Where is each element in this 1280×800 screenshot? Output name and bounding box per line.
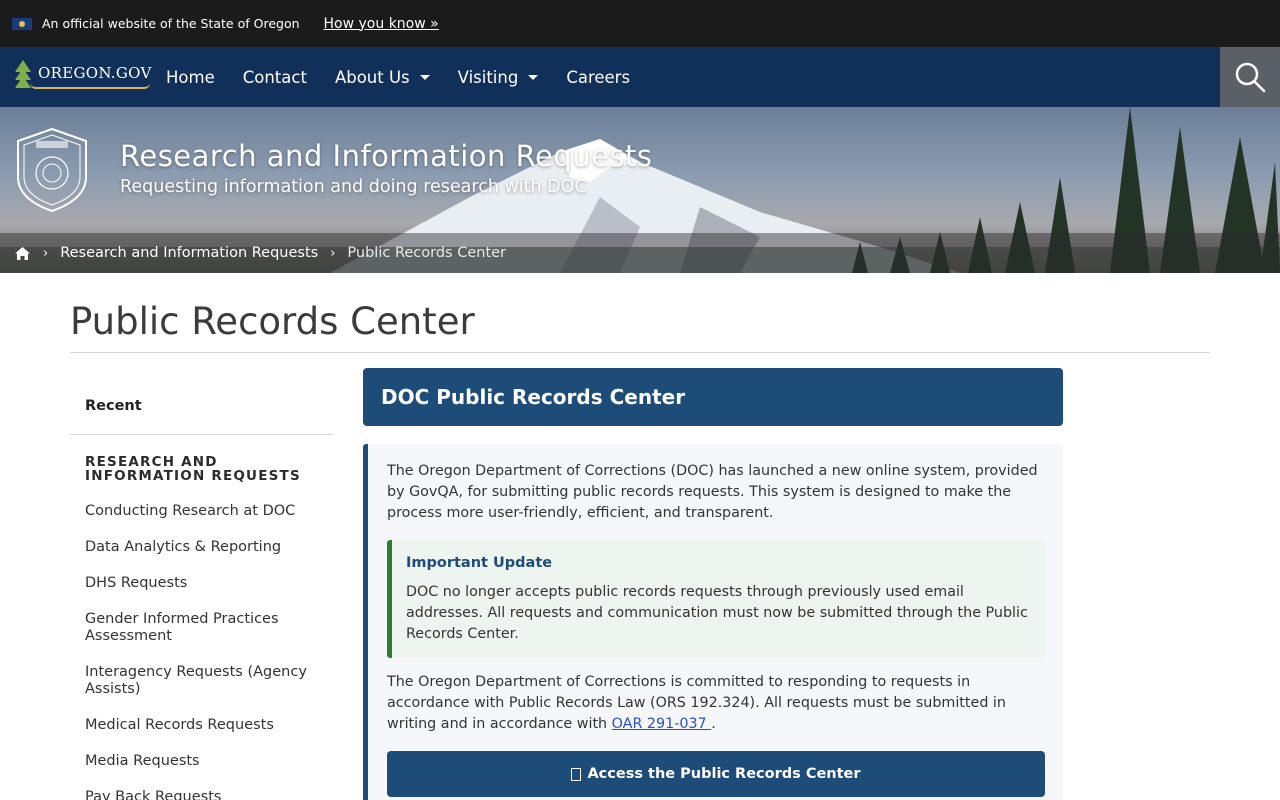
page-title: Public Records Center: [70, 300, 475, 343]
tree-icon: [12, 60, 34, 94]
chevron-right-icon: ›: [43, 245, 49, 261]
sidebar-heading: RESEARCH AND INFORMATION REQUESTS: [85, 454, 301, 484]
sidebar-item-pay-back[interactable]: Pay Back Requests: [70, 789, 310, 800]
update-title: Important Update: [406, 555, 553, 571]
sidebar-item-dhs-requests[interactable]: DHS Requests: [70, 575, 310, 592]
breadcrumb: › Research and Information Requests › Pu…: [0, 233, 1280, 273]
oregon-gov-logo[interactable]: OREGON.GOV: [12, 57, 152, 97]
hero-subtitle: Requesting information and doing researc…: [120, 177, 587, 197]
main-navbar: OREGON.GOV Home Contact About Us Visitin…: [0, 47, 1280, 107]
sidebar-link-list: Conducting Research at DOC Data Analytic…: [70, 503, 333, 800]
commitment-paragraph: The Oregon Department of Corrections is …: [387, 674, 1006, 732]
nav-item-visiting[interactable]: Visiting: [458, 68, 539, 87]
home-icon[interactable]: [14, 246, 31, 261]
access-button-label: Access the Public Records Center: [587, 766, 861, 782]
search-icon: [1235, 62, 1266, 93]
logo-text: OREGON.GOV: [38, 64, 152, 82]
nav-item-careers[interactable]: Careers: [566, 68, 630, 87]
sidebar-item-conducting-research[interactable]: Conducting Research at DOC: [70, 503, 310, 520]
nav-item-about-us[interactable]: About Us: [335, 68, 430, 87]
official-banner-text: An official website of the State of Oreg…: [42, 16, 300, 31]
access-public-records-button[interactable]: Access the Public Records Center: [387, 751, 1045, 797]
intro-paragraph: The Oregon Department of Corrections (DO…: [387, 463, 1038, 521]
doc-seal-logo: [17, 127, 87, 213]
sidebar-item-media-requests[interactable]: Media Requests: [70, 753, 310, 770]
nav-menu: Home Contact About Us Visiting Careers: [166, 68, 658, 87]
sidebar-nav: Recent RESEARCH AND INFORMATION REQUESTS…: [70, 380, 333, 800]
sidebar-item-data-analytics[interactable]: Data Analytics & Reporting: [70, 539, 310, 556]
official-banner: An official website of the State of Oreg…: [0, 0, 1280, 47]
important-update-callout: Important Update DOC no longer accepts p…: [387, 540, 1045, 658]
hero-title: Research and Information Requests: [120, 139, 653, 173]
update-text: DOC no longer accepts public records req…: [406, 584, 1028, 642]
nav-item-home[interactable]: Home: [166, 68, 215, 87]
chevron-down-icon: [419, 74, 430, 80]
oregon-flag-icon: [12, 17, 32, 30]
sidebar-item-gender-informed[interactable]: Gender Informed Practices Assessment: [70, 611, 310, 645]
chevron-right-icon: ›: [330, 245, 336, 261]
sidebar-item-interagency[interactable]: Interagency Requests (Agency Assists): [70, 664, 310, 698]
nav-item-contact[interactable]: Contact: [243, 68, 307, 87]
title-divider: [70, 352, 1210, 353]
sidebar-item-medical-records[interactable]: Medical Records Requests: [70, 717, 310, 734]
breadcrumb-current: Public Records Center: [347, 245, 507, 261]
content-card: The Oregon Department of Corrections (DO…: [363, 444, 1063, 800]
sidebar-recent-link[interactable]: Recent: [70, 380, 333, 435]
section-header: DOC Public Records Center: [363, 368, 1063, 426]
hero-banner: Research and Information Requests Reques…: [0, 107, 1280, 273]
oar-link[interactable]: OAR 291-037: [612, 716, 712, 732]
external-link-icon: [571, 767, 582, 781]
how-you-know-link[interactable]: How you know »: [324, 16, 439, 32]
chevron-down-icon: [528, 74, 539, 80]
search-button[interactable]: [1220, 47, 1280, 107]
breadcrumb-research-link[interactable]: Research and Information Requests: [60, 245, 318, 261]
